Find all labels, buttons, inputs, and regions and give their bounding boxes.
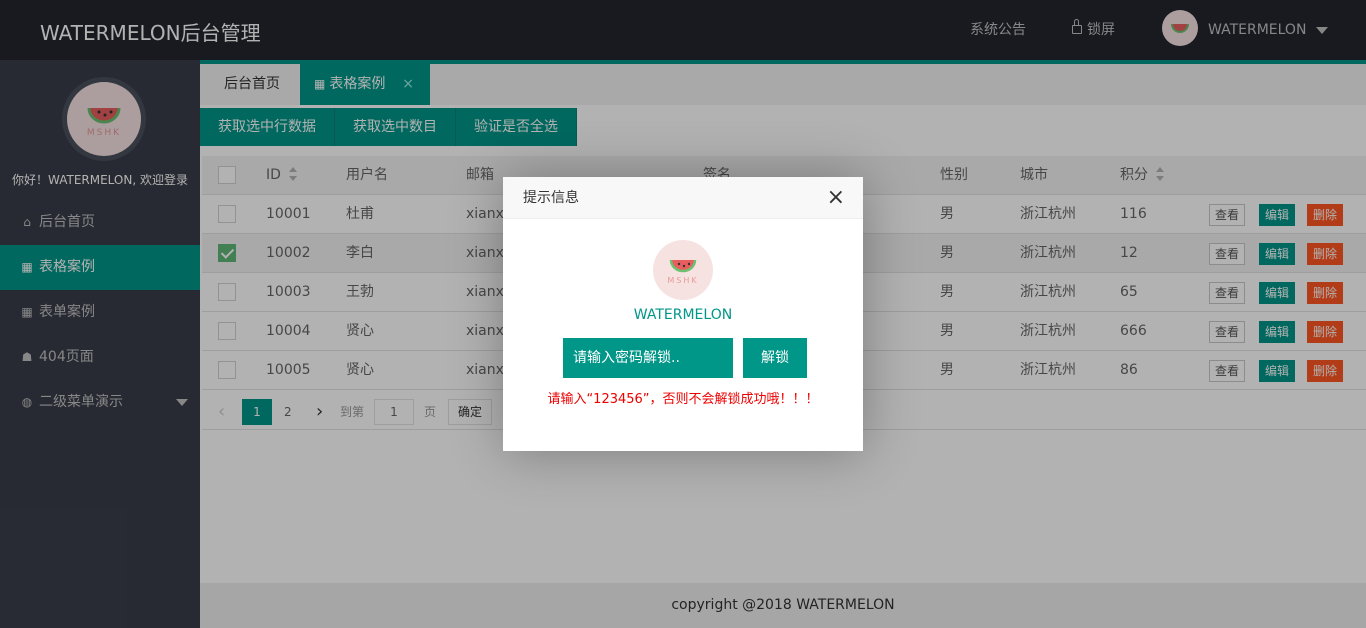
lock-screen-dialog: 提示信息 × MSHK WATERMELON 请输入密码解锁.. 解锁 请输入“…: [503, 177, 863, 451]
password-input[interactable]: 请输入密码解锁..: [563, 338, 733, 378]
avatar-text: MSHK: [667, 276, 699, 285]
avatar: MSHK: [653, 240, 713, 300]
password-hint: 请输入“123456”，否则不会解锁成功哦！！！: [547, 392, 819, 407]
unlock-button[interactable]: 解锁: [743, 338, 807, 378]
watermelon-logo-icon: [669, 259, 697, 273]
modal-overlay-header[interactable]: [0, 0, 1366, 60]
close-icon[interactable]: ×: [827, 177, 845, 219]
dialog-title-bar: 提示信息 ×: [503, 177, 863, 219]
dialog-username: WATERMELON: [633, 307, 733, 323]
dialog-title: 提示信息: [523, 190, 579, 206]
